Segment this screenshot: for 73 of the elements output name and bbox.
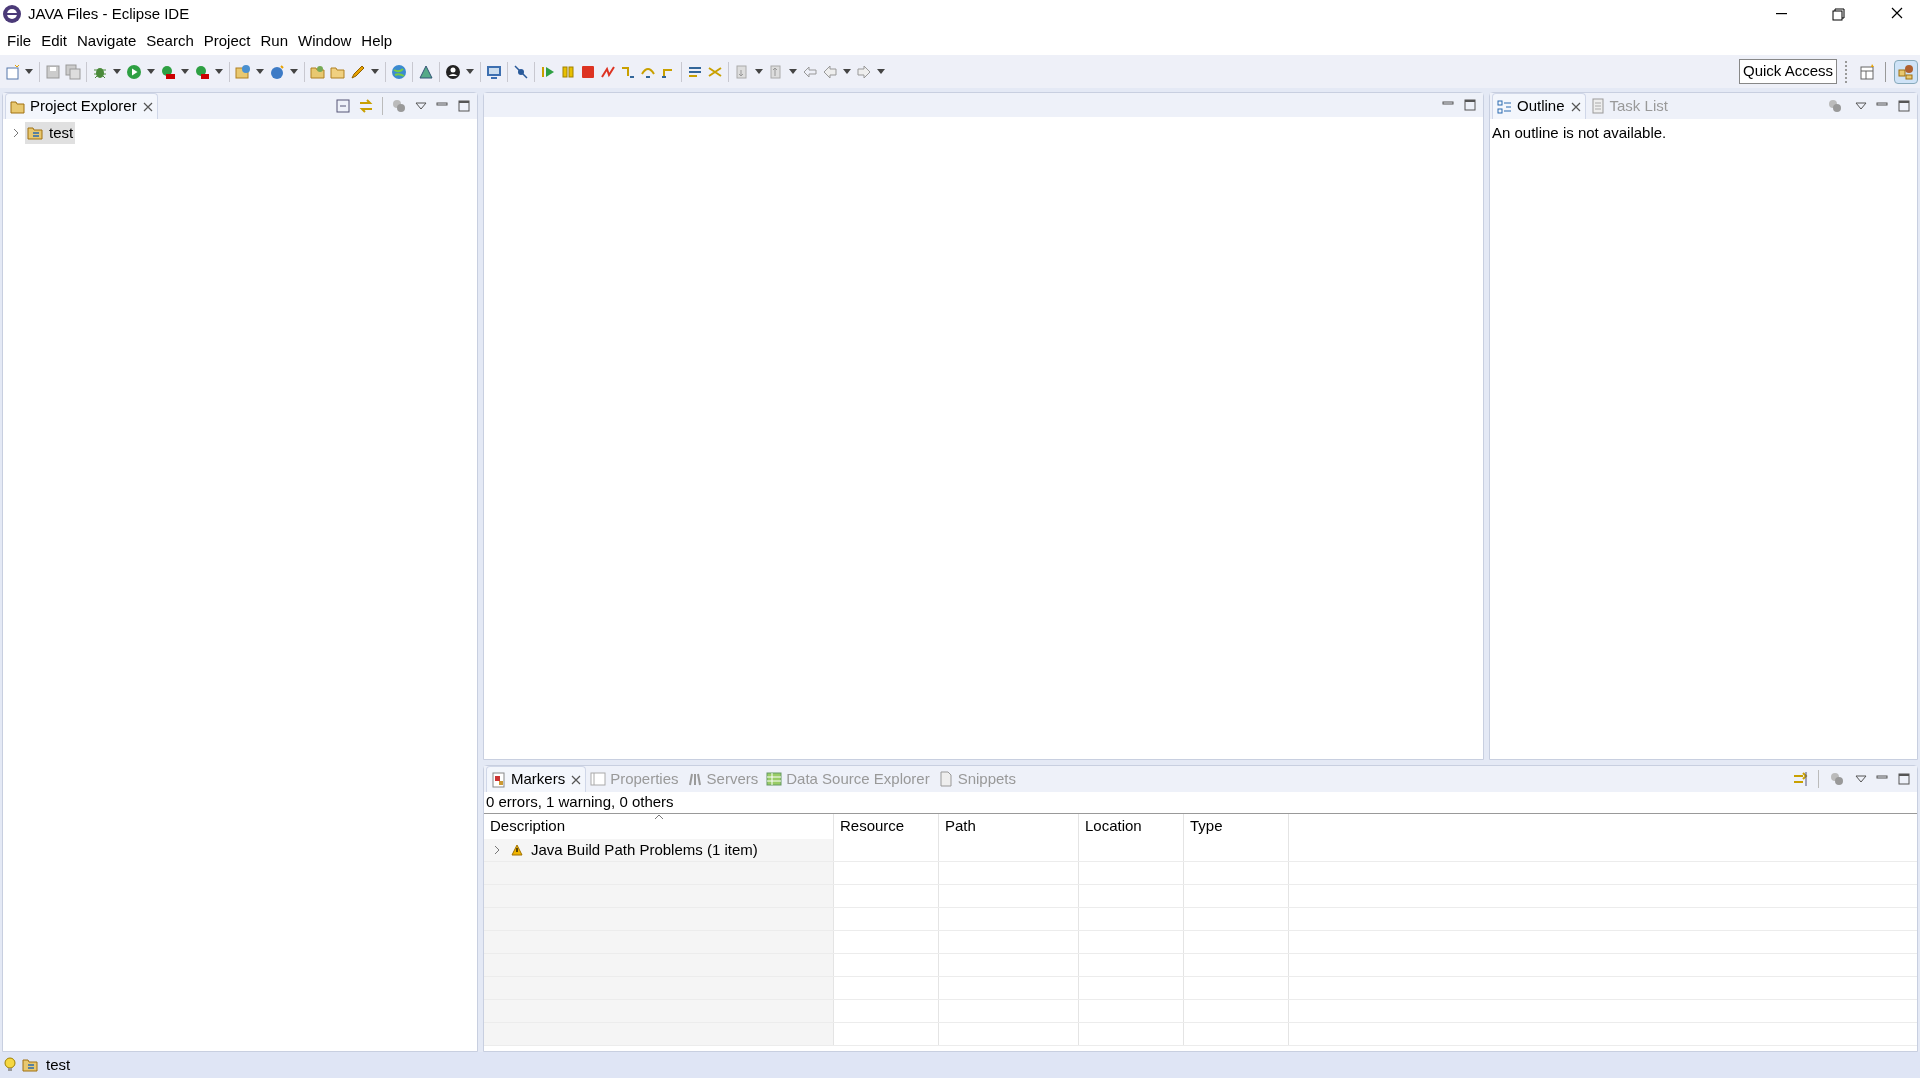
maximize-view-icon[interactable] [457,99,471,113]
view-menu-icon[interactable] [1855,101,1867,111]
dropdown-caret-icon[interactable] [465,67,475,76]
lightbulb-icon[interactable] [4,1057,16,1073]
folder-icon [10,98,26,115]
view-menu-icon[interactable] [1855,774,1867,784]
outline-icon [1497,98,1513,115]
stop-icon [580,63,596,80]
close-tab-icon[interactable] [1570,101,1581,112]
menu-item[interactable]: Edit [36,30,73,53]
dropdown-caret-icon[interactable] [180,67,190,76]
maximize-view-icon[interactable] [1463,98,1477,112]
dropdown-caret-icon[interactable] [146,67,156,76]
view-tab[interactable]: Outline [1492,93,1586,119]
save-icon [45,63,61,80]
save-all-icon [65,63,81,80]
dropdown-caret-icon[interactable] [24,67,34,76]
outline-message: An outline is not available. [1491,123,1668,143]
column-header[interactable]: Path [939,814,1079,839]
view-tab[interactable]: Project Explorer [5,93,158,119]
menu-item[interactable]: Navigate [72,30,142,53]
status-text: test [46,1054,71,1075]
dropdown-caret-icon[interactable] [876,67,886,76]
globe-icon[interactable] [391,63,407,80]
dropdown-caret-icon[interactable] [788,67,798,76]
quick-access-field[interactable]: Quick Access [1738,59,1837,84]
database-icon [766,771,783,787]
dropdown-caret-icon[interactable] [842,67,852,76]
column-header[interactable]: Resource [834,814,939,839]
dropdown-caret-icon[interactable] [289,67,299,76]
close-tab-icon[interactable] [571,774,582,785]
view-tab[interactable]: Markers [486,766,587,792]
pause-icon [560,63,576,80]
dropdown-caret-icon[interactable] [112,67,122,76]
menu-item[interactable]: File [2,30,37,53]
collapse-chevron-icon[interactable] [492,845,502,855]
filter-icon[interactable] [1829,771,1845,787]
menu-item[interactable]: Window [293,30,357,53]
menu-item[interactable]: Project [198,30,256,53]
filter-icon[interactable] [391,98,407,114]
maximize-view-icon[interactable] [1897,99,1911,113]
menu-item[interactable]: Search [141,30,199,53]
monitor-icon[interactable] [486,63,502,80]
column-header[interactable]: Type [1184,814,1289,839]
markers-summary: 0 errors, 1 warning, 0 others [484,792,1917,814]
menu-item[interactable]: Run [255,30,293,53]
open-folder-icon [310,63,326,80]
close-tab-icon[interactable] [142,101,153,112]
snippets-icon [937,771,954,787]
dropdown-caret-icon[interactable] [255,67,265,76]
dropdown-caret-icon[interactable] [754,67,764,76]
task-list-icon [1589,98,1606,114]
maximize-view-icon[interactable] [1897,772,1911,786]
person-icon[interactable] [445,63,461,80]
java-ee-perspective-button[interactable] [1894,59,1918,84]
filter-icon[interactable] [1827,98,1843,114]
dropdown-caret-icon[interactable] [214,67,224,76]
tree-item[interactable]: test [25,122,76,144]
project-folder-icon [27,125,45,141]
open-perspective-icon[interactable] [1859,62,1877,81]
project-folder-icon [22,1057,40,1073]
menu-item[interactable]: Help [356,30,398,53]
properties-icon [590,771,607,787]
new-class-icon[interactable] [269,63,285,80]
collapse-all-icon[interactable] [336,99,350,113]
view-menu-icon[interactable] [415,101,427,111]
dropdown-caret-icon[interactable] [370,67,380,76]
pencil-icon[interactable] [350,63,366,80]
column-header[interactable]: Location [1079,814,1184,839]
markers-icon [491,771,507,788]
window-title: JAVA Files - Eclipse IDE [28,3,190,24]
collapse-chevron-icon[interactable] [11,128,21,138]
warning-icon [511,844,523,856]
